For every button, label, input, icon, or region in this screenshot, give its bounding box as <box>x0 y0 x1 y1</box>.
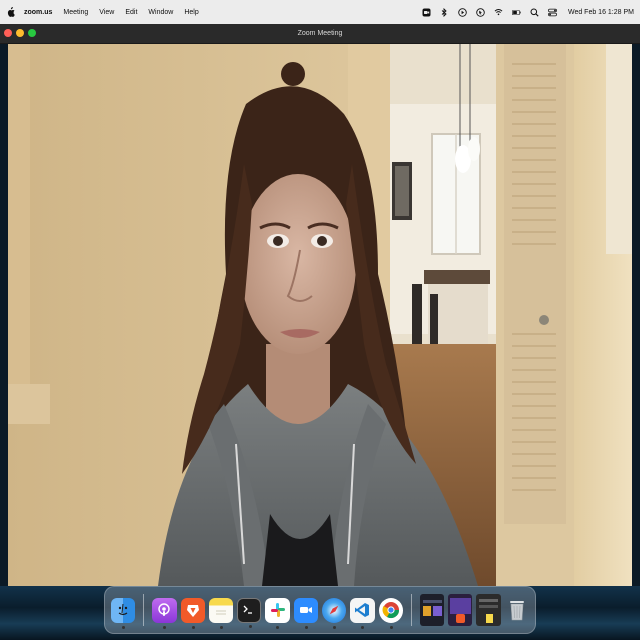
minimize-window-button[interactable] <box>16 29 24 37</box>
notes-icon[interactable] <box>208 597 234 629</box>
close-window-button[interactable] <box>4 29 12 37</box>
terminal-icon[interactable] <box>237 597 262 628</box>
meeting-video-feed[interactable] <box>8 44 632 586</box>
menu-help[interactable]: Help <box>184 9 198 16</box>
participant-video-image <box>8 44 632 586</box>
menubar-clock[interactable]: Wed Feb 16 1:28 PM <box>568 9 634 16</box>
fullscreen-window-button[interactable] <box>28 29 36 37</box>
brave-browser-icon[interactable] <box>180 597 205 629</box>
vscode-icon[interactable] <box>350 597 375 629</box>
window-thumbnail[interactable] <box>448 594 473 626</box>
finder-icon[interactable] <box>111 597 136 629</box>
search-icon[interactable] <box>530 8 539 17</box>
chrome-icon[interactable] <box>378 597 403 629</box>
zoom-icon[interactable] <box>293 597 318 629</box>
app-menu-zoom[interactable]: zoom.us <box>24 9 52 16</box>
wifi-icon[interactable] <box>494 8 503 17</box>
cursor-icon[interactable] <box>476 7 485 17</box>
play-circle-icon[interactable] <box>458 7 467 17</box>
safari-icon[interactable] <box>322 597 347 629</box>
menu-edit[interactable]: Edit <box>125 9 137 16</box>
menu-bar: zoom.us Meeting View Edit Window Help We… <box>0 0 640 24</box>
dock-separator <box>143 594 145 626</box>
status-area: Wed Feb 16 1:28 PM <box>422 7 634 17</box>
window-titlebar[interactable]: Zoom Meeting <box>0 24 640 44</box>
control-center-icon[interactable] <box>548 8 557 17</box>
bluetooth-icon[interactable] <box>440 7 449 17</box>
window-controls <box>4 29 36 37</box>
slack-icon[interactable] <box>265 597 290 629</box>
menu-window[interactable]: Window <box>148 9 173 16</box>
window-thumbnail[interactable] <box>476 594 501 626</box>
podcasts-icon[interactable] <box>152 597 177 629</box>
dock <box>104 586 536 634</box>
apple-menu-icon[interactable] <box>6 7 16 17</box>
menu-view[interactable]: View <box>99 9 114 16</box>
window-title: Zoom Meeting <box>297 30 343 37</box>
battery-icon[interactable] <box>512 8 521 17</box>
zoom-status-icon[interactable] <box>422 8 431 17</box>
trash-icon[interactable] <box>505 598 529 623</box>
menu-meeting[interactable]: Meeting <box>63 9 88 16</box>
dock-separator <box>410 594 412 626</box>
window-thumbnail[interactable] <box>419 594 445 626</box>
